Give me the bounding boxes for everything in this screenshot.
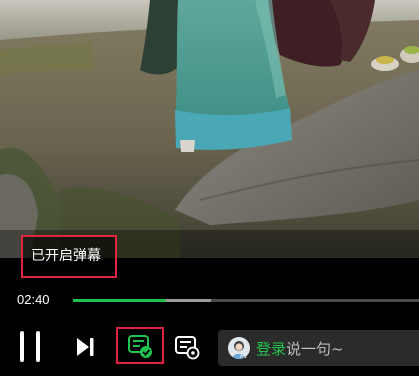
next-episode-button[interactable] xyxy=(72,334,98,360)
current-time: 02:40 xyxy=(17,292,50,307)
progress-played xyxy=(73,299,167,302)
video-player[interactable]: 已开启弹幕 02:40 登录 说一句~ A xyxy=(0,0,419,376)
video-frame[interactable] xyxy=(0,0,419,258)
login-link[interactable]: 登录 xyxy=(256,338,286,359)
comment-placeholder: 说一句~ xyxy=(286,339,344,358)
video-scene xyxy=(0,0,419,258)
danmaku-enabled-toast: 已开启弹幕 xyxy=(21,235,117,278)
danmaku-toggle-button[interactable] xyxy=(116,327,164,364)
danmaku-settings-icon xyxy=(175,336,200,360)
pause-button[interactable] xyxy=(12,328,48,364)
next-episode-icon xyxy=(77,338,94,356)
avatar-badge-icon: A xyxy=(239,350,247,361)
progress-bar[interactable] xyxy=(73,299,419,302)
danmaku-settings-button[interactable] xyxy=(174,334,200,360)
pause-icon xyxy=(14,330,46,362)
danmaku-on-icon xyxy=(128,334,152,358)
